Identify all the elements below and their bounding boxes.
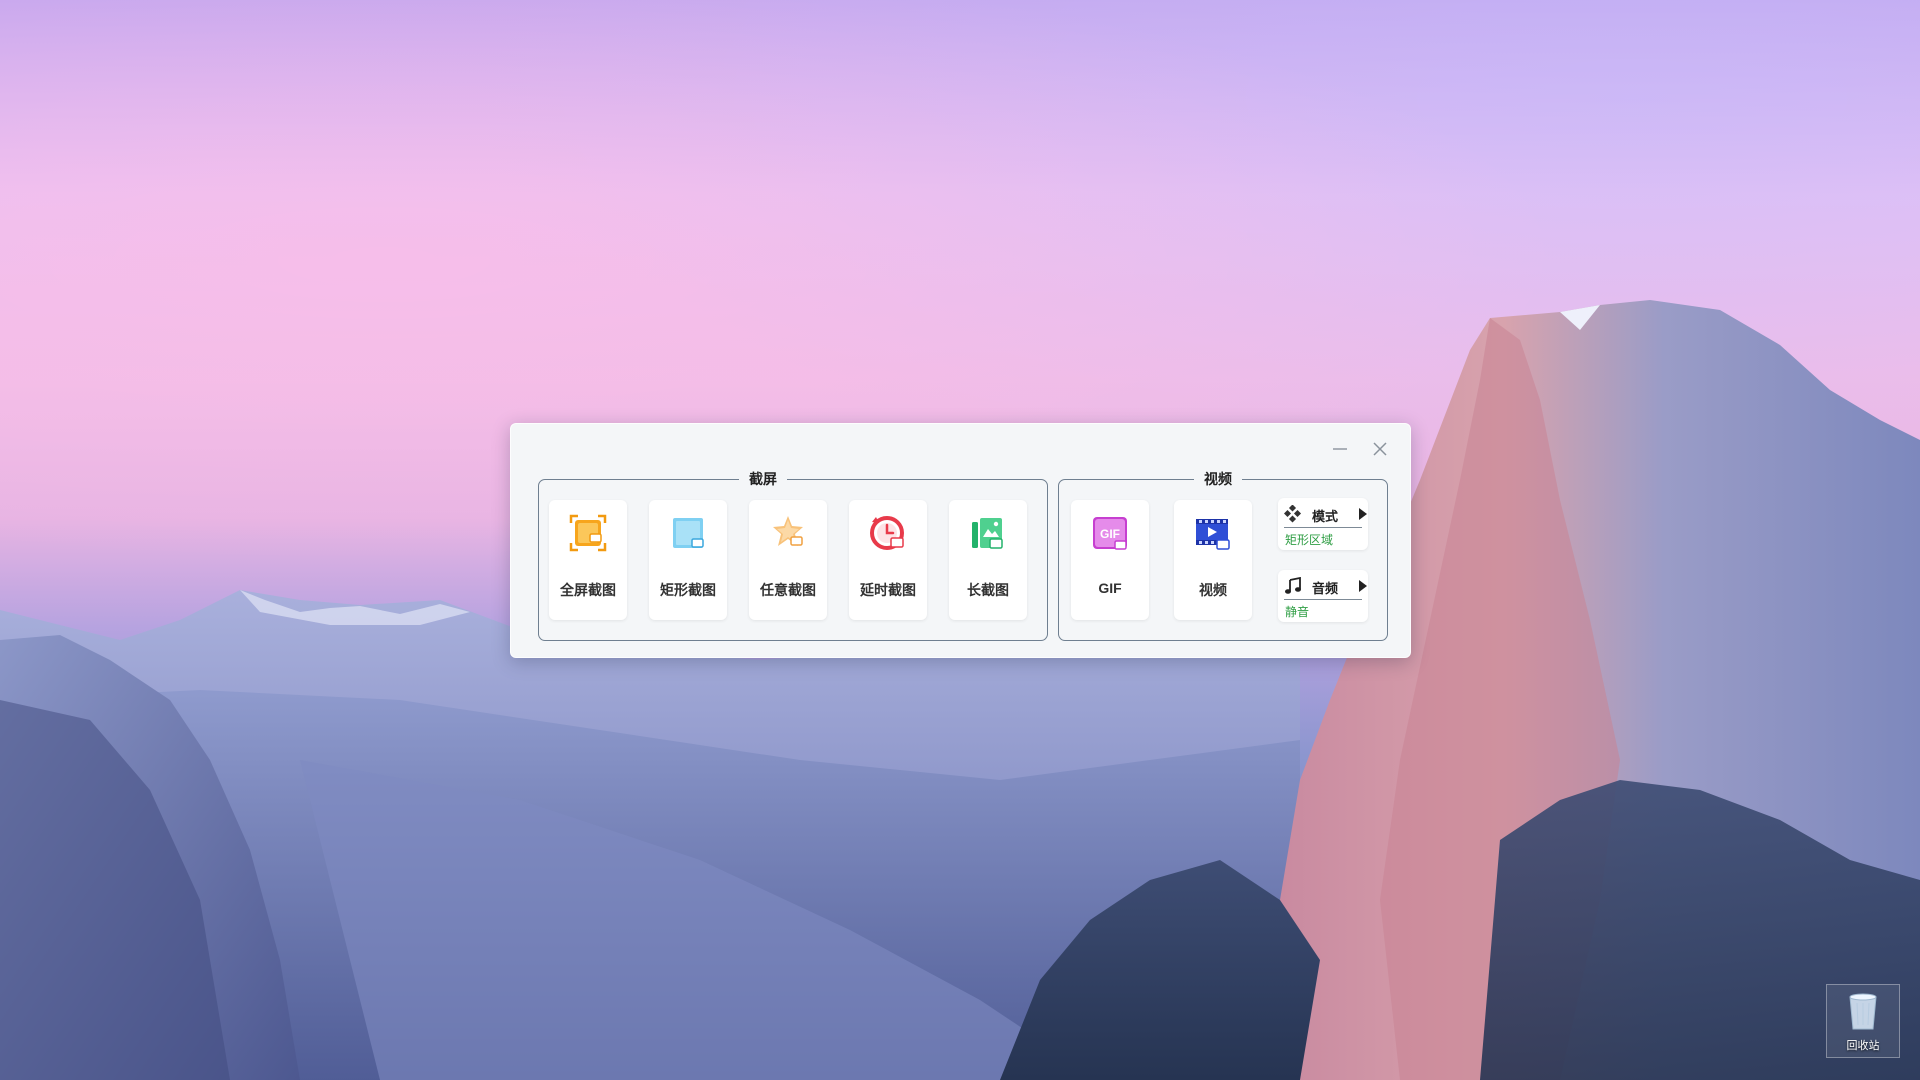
rectangle-capture-button[interactable]: 矩形截图 bbox=[649, 500, 727, 620]
mode-diamond-icon bbox=[1284, 505, 1302, 523]
video-record-button[interactable]: 视频 bbox=[1174, 500, 1252, 620]
tile-label: 矩形截图 bbox=[660, 582, 716, 598]
gif-badge-text: GIF bbox=[1100, 527, 1120, 541]
music-note-icon bbox=[1285, 577, 1301, 594]
audio-value: 静音 bbox=[1285, 605, 1310, 619]
tile-label: GIF bbox=[1098, 580, 1122, 596]
freeform-capture-icon bbox=[773, 516, 803, 546]
recycle-bin-label: 回收站 bbox=[1846, 1040, 1880, 1052]
audio-expand-arrow-icon[interactable] bbox=[1358, 579, 1368, 593]
minimize-button[interactable] bbox=[1329, 438, 1351, 460]
video-group: 视频 GIF GIF 视频 模式 矩形区域 音频 静音 bbox=[1058, 470, 1388, 641]
capture-group: 截屏 全屏截图 矩形截图 任意截图 延时截图 长截图 bbox=[538, 470, 1048, 641]
gif-icon: GIF bbox=[1093, 517, 1127, 550]
audio-selector[interactable]: 音频 静音 bbox=[1278, 570, 1368, 622]
tile-label: 全屏截图 bbox=[560, 582, 616, 598]
audio-divider bbox=[1284, 599, 1362, 600]
scrolling-capture-button[interactable]: 长截图 bbox=[949, 500, 1027, 620]
rectangle-capture-icon bbox=[673, 518, 704, 548]
mode-row: 模式 bbox=[1284, 504, 1368, 524]
tile-label: 延时截图 bbox=[860, 582, 916, 598]
recycle-bin-icon bbox=[1849, 993, 1877, 1030]
freeform-capture-button[interactable]: 任意截图 bbox=[749, 500, 827, 620]
mode-value: 矩形区域 bbox=[1285, 533, 1334, 547]
close-button[interactable] bbox=[1369, 438, 1391, 460]
tile-label: 任意截图 bbox=[760, 582, 816, 598]
gif-record-button[interactable]: GIF GIF bbox=[1071, 500, 1149, 620]
tile-label: 长截图 bbox=[967, 582, 1009, 598]
capture-group-title: 截屏 bbox=[739, 470, 787, 488]
delayed-capture-button[interactable]: 延时截图 bbox=[849, 500, 927, 620]
video-group-title: 视频 bbox=[1194, 470, 1242, 488]
mode-label: 模式 bbox=[1312, 509, 1339, 524]
capture-toolbar-window: 截屏 全屏截图 矩形截图 任意截图 延时截图 长截图 视频 GIF GIF 视频… bbox=[510, 423, 1411, 658]
audio-label: 音频 bbox=[1312, 581, 1339, 596]
scrolling-capture-icon bbox=[972, 518, 1003, 549]
mode-expand-arrow-icon[interactable] bbox=[1358, 507, 1368, 521]
video-icon bbox=[1196, 519, 1230, 550]
recycle-bin-shortcut[interactable]: 回收站 bbox=[1826, 984, 1900, 1058]
close-icon bbox=[1373, 442, 1387, 456]
audio-row: 音频 bbox=[1284, 576, 1368, 596]
tile-label: 视频 bbox=[1199, 582, 1227, 598]
fullscreen-capture-button[interactable]: 全屏截图 bbox=[549, 500, 627, 620]
delayed-capture-icon bbox=[870, 516, 904, 550]
minimize-icon bbox=[1333, 448, 1347, 450]
fullscreen-capture-icon bbox=[569, 514, 607, 552]
mode-divider bbox=[1284, 527, 1362, 528]
mode-selector[interactable]: 模式 矩形区域 bbox=[1278, 498, 1368, 550]
